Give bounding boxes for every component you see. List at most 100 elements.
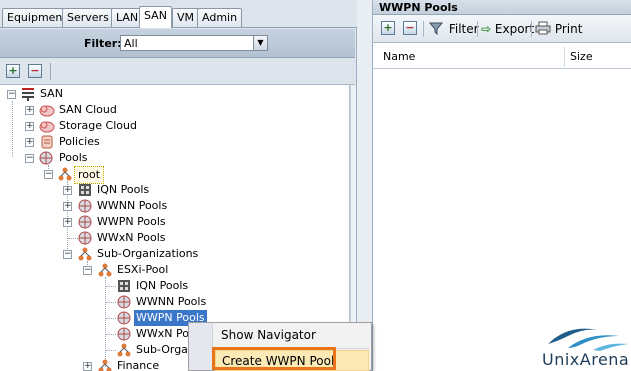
tree-label: SAN Cloud (59, 103, 117, 116)
tree-node-policies[interactable]: + Policies (0, 134, 200, 150)
ucs-manager-window: Equipment Servers LAN SAN VM Admin Filte… (0, 0, 631, 371)
tree-node-wwpn-pools[interactable]: + WWPN Pools (0, 214, 200, 230)
table-header: Name Size (373, 45, 631, 69)
tree-node-wwnn-pools[interactable]: + WWNN Pools (0, 198, 200, 214)
tab-vm[interactable]: VM (172, 8, 200, 27)
pool-icon (117, 295, 131, 309)
collapse-toggle[interactable]: − (83, 266, 92, 275)
pool-icon (39, 151, 53, 165)
tree-label: Finance (117, 359, 160, 371)
tree-node-root-org[interactable]: − root (0, 166, 200, 184)
expand-toggle[interactable]: + (25, 138, 34, 147)
export-button-label: Export (494, 22, 535, 36)
unixarena-logo: UnixArena (538, 322, 631, 371)
expand-toggle[interactable]: + (25, 106, 34, 115)
export-button[interactable]: ⇨ Export (481, 20, 534, 38)
tree-label: Policies (59, 135, 100, 148)
tree-label: SAN (40, 87, 63, 100)
content-toolbar: + − Filter ⇨ Export Print (373, 15, 631, 43)
tree-label: Storage Cloud (59, 119, 137, 132)
print-button-label: Print (554, 22, 583, 36)
print-button[interactable]: Print (535, 20, 582, 38)
filter-button[interactable]: Filter (428, 20, 479, 38)
filter-dropdown[interactable]: All ▼ (120, 35, 268, 51)
tree-node-esxi-pool[interactable]: − ESXi-Pool (0, 262, 200, 278)
tree-node-san[interactable]: − SAN (0, 86, 200, 102)
iqn-pool-icon (78, 183, 92, 197)
pool-icon (117, 311, 131, 325)
toolbar-divider (423, 21, 424, 37)
filter-label: Filter: (84, 37, 122, 50)
tree-node-storage-cloud[interactable]: + Storage Cloud (0, 118, 200, 134)
collapse-toggle[interactable]: − (63, 250, 72, 259)
tab-servers[interactable]: Servers (62, 8, 114, 27)
organization-icon (98, 263, 112, 277)
tree-node-san-cloud[interactable]: + SAN Cloud (0, 102, 200, 118)
cloud-icon (39, 103, 55, 117)
tree-label: IQN Pools (136, 279, 189, 292)
column-header-name[interactable]: Name (383, 50, 415, 63)
toolbar-divider (477, 21, 478, 37)
tree-label: WWxN Po (136, 327, 189, 340)
tree-node-esxi-wwpn-pools[interactable]: WWPN Pools (0, 310, 207, 326)
tree-label: Sub-Organ (136, 343, 195, 356)
pool-icon (117, 327, 131, 341)
collapse-toggle[interactable]: − (25, 154, 34, 163)
filter-value: All (124, 37, 138, 50)
chevron-down-icon[interactable]: ▼ (253, 36, 267, 50)
tree-label: WWxN Pools (97, 231, 166, 244)
tree-node-finance[interactable]: + Finance (0, 358, 200, 371)
tree-toolbar: + − (0, 59, 355, 85)
tree-node-esxi-sub-organizations[interactable]: Sub-Organ (0, 342, 200, 358)
navigation-pane: Equipment Servers LAN SAN VM Admin Filte… (0, 0, 357, 371)
policy-scroll-icon (40, 135, 54, 149)
collapse-all-button[interactable]: − (28, 64, 42, 78)
logo-text: UnixArena (542, 350, 630, 369)
tree-label: WWPN Pools (97, 215, 166, 228)
tree-node-sub-organizations[interactable]: − Sub-Organizations (0, 246, 200, 262)
pool-icon (78, 231, 92, 245)
nav-tabs: Equipment Servers LAN SAN VM Admin (0, 0, 357, 28)
tree-node-pools[interactable]: − Pools (0, 150, 200, 166)
content-title-bar: WWPN Pools (373, 0, 631, 15)
expand-toggle[interactable]: + (63, 202, 72, 211)
tree-label: ESXi-Pool (117, 263, 169, 276)
expand-toggle[interactable]: + (63, 218, 72, 227)
cloud-icon (39, 119, 55, 133)
pool-icon (78, 199, 92, 213)
toolbar-divider (531, 21, 532, 37)
column-header-size[interactable]: Size (570, 50, 593, 63)
splitter[interactable] (357, 0, 372, 371)
tree-node-iqn-pools[interactable]: + IQN Pools (0, 182, 200, 198)
expand-toggle[interactable]: + (63, 186, 72, 195)
expand-all-button[interactable]: + (6, 64, 20, 78)
tab-san[interactable]: SAN (139, 6, 172, 28)
menu-icon-strip (189, 323, 213, 370)
filter-funnel-icon (428, 22, 449, 36)
tab-admin[interactable]: Admin (197, 8, 243, 27)
content-pane: WWPN Pools + − Filter ⇨ Export Print Nam… (372, 0, 631, 371)
highlight-box (212, 347, 336, 370)
logo-wave-icon (548, 328, 628, 351)
tree-node-wwxn-pools[interactable]: WWxN Pools (0, 230, 200, 246)
delete-button[interactable]: − (403, 21, 417, 35)
add-button[interactable]: + (381, 21, 395, 35)
organization-icon (98, 359, 112, 371)
printer-icon (535, 21, 555, 36)
expand-toggle[interactable]: + (83, 362, 92, 371)
tree-node-esxi-wwnn-pools[interactable]: WWNN Pools (0, 294, 206, 310)
column-divider[interactable] (564, 47, 565, 67)
content-title: WWPN Pools (379, 1, 458, 14)
iqn-pool-icon (117, 279, 131, 293)
filter-bar: Filter: All ▼ (0, 29, 355, 58)
tree-node-esxi-iqn-pools[interactable]: IQN Pools (0, 278, 200, 294)
menu-item-show-navigator[interactable]: Show Navigator (215, 325, 369, 346)
toolbar-divider (50, 63, 51, 80)
collapse-toggle[interactable]: − (7, 90, 16, 99)
filter-button-label: Filter (448, 22, 479, 36)
pool-icon (78, 215, 92, 229)
tree-node-esxi-wwxn-pools[interactable]: WWxN Po (0, 326, 200, 342)
expand-toggle[interactable]: + (25, 122, 34, 131)
organization-icon (78, 247, 92, 261)
collapse-toggle[interactable]: − (44, 170, 53, 179)
